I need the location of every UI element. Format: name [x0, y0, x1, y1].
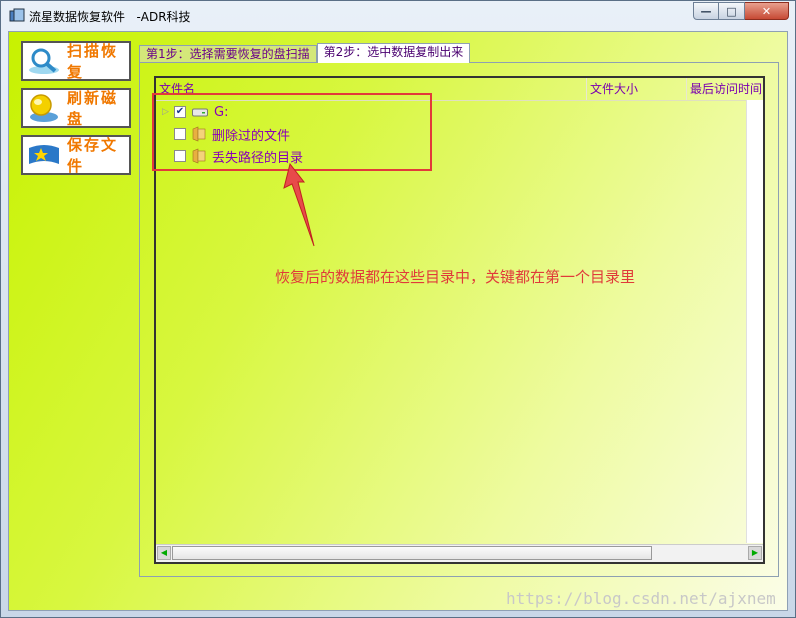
column-filesize[interactable]: 文件大小	[586, 78, 686, 100]
tab-step1[interactable]: 第1步：选择需要恢复的盘扫描	[139, 45, 317, 63]
title-bar[interactable]: 流星数据恢复软件 -ADR科技 — □ ✕	[1, 1, 795, 31]
save-file-button[interactable]: 保存文件	[21, 135, 131, 175]
step-tabs: 第1步：选择需要恢复的盘扫描 第2步：选中数据复制出来	[139, 43, 471, 63]
save-file-icon	[29, 145, 59, 164]
save-file-label: 保存文件	[67, 136, 119, 175]
vertical-scrollbar[interactable]	[746, 100, 763, 543]
scan-recover-label: 扫描恢复	[67, 42, 119, 81]
annotation-note: 恢复后的数据都在这些目录中，关键都在第一个目录里	[275, 268, 636, 286]
scan-recover-button[interactable]: 扫描恢复	[21, 41, 131, 81]
app-icon	[9, 8, 25, 22]
horizontal-scrollbar[interactable]: ◀ ▶	[156, 544, 763, 562]
scrollbar-thumb[interactable]	[172, 546, 652, 560]
column-last-access[interactable]: 最后访问时间	[686, 78, 763, 100]
close-button[interactable]: ✕	[745, 2, 789, 20]
watermark: https://blog.csdn.net/ajxnem	[506, 589, 776, 608]
scroll-right-arrow-icon[interactable]: ▶	[748, 546, 762, 560]
minimize-button[interactable]: —	[693, 2, 719, 20]
scroll-left-arrow-icon[interactable]: ◀	[157, 546, 171, 560]
refresh-disk-icon	[30, 94, 58, 122]
maximize-button[interactable]: □	[719, 2, 745, 20]
window-title: 流星数据恢复软件 -ADR科技	[29, 10, 191, 24]
refresh-disk-button[interactable]: 刷新磁盘	[21, 88, 131, 128]
scan-magnifier-icon	[29, 48, 59, 74]
tab-step2[interactable]: 第2步：选中数据复制出来	[316, 43, 471, 63]
annotation-arrow-icon	[283, 162, 315, 247]
refresh-disk-label: 刷新磁盘	[67, 89, 119, 128]
